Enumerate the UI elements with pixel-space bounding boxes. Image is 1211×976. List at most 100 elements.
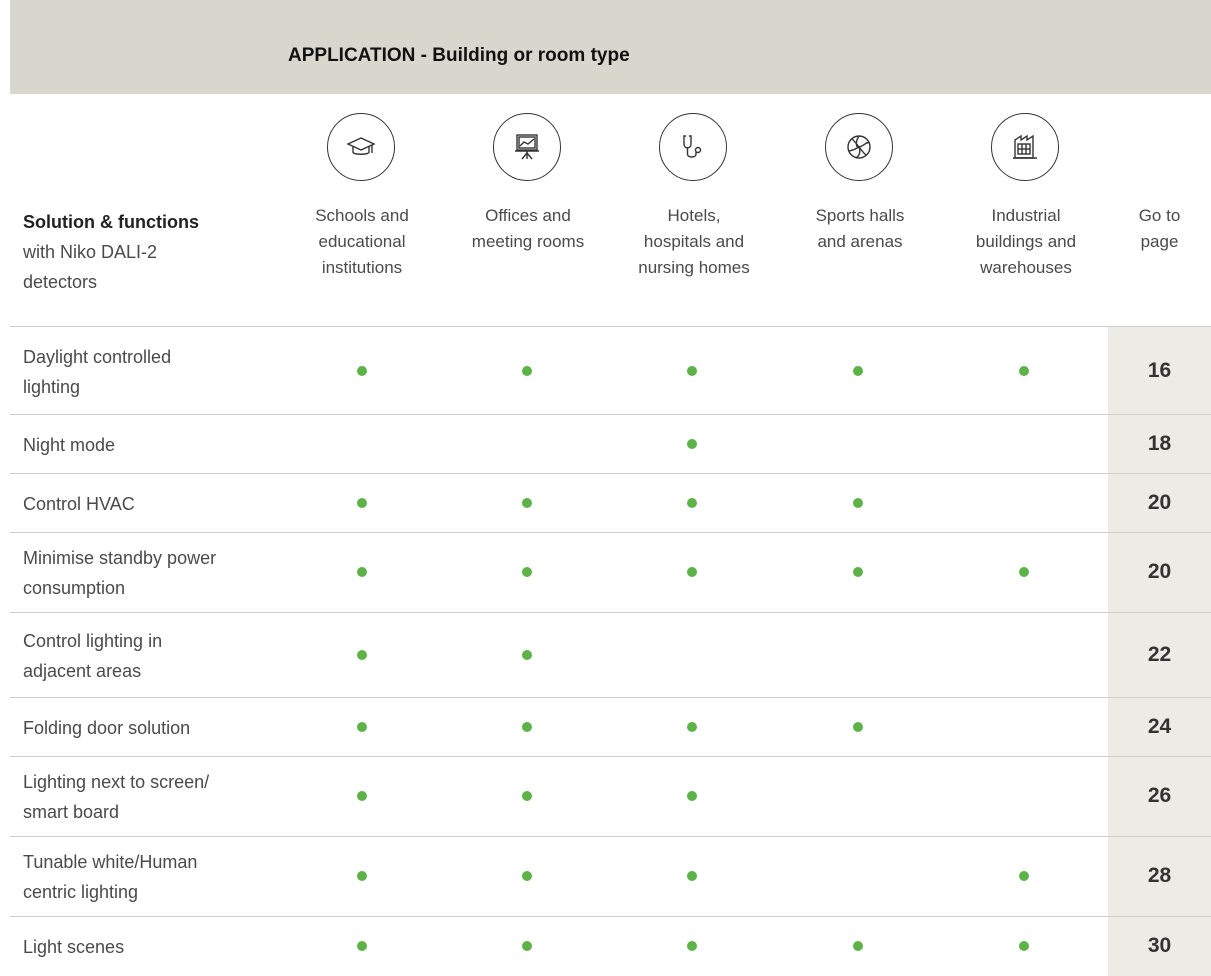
row-label: Daylight controlled lighting — [23, 342, 283, 402]
header-banner: APPLICATION - Building or room type — [10, 0, 1211, 94]
category-icons — [0, 113, 1211, 183]
page-number-link[interactable]: 28 — [1108, 863, 1211, 889]
applicable-dot — [357, 941, 367, 951]
row-divider — [10, 414, 1211, 415]
applicable-dot — [687, 497, 697, 508]
row-label-line: Lighting next to screen/ — [23, 772, 210, 792]
row-label: Minimise standby power consumption — [23, 543, 283, 603]
row-divider — [10, 836, 1211, 837]
presentation-board-icon — [493, 113, 561, 181]
row-label-line: consumption — [23, 578, 126, 598]
solution-title: Solution & functions — [23, 212, 199, 232]
applicable-dot — [687, 721, 697, 732]
row-label: Lighting next to screen/smart board — [23, 767, 283, 827]
applicable-dot — [853, 941, 863, 951]
stethoscope-icon — [659, 113, 727, 181]
applicable-dot — [687, 438, 697, 449]
applicable-dot — [522, 649, 532, 660]
row-label: Control lighting in adjacent areas — [23, 626, 283, 686]
row-label: Night mode — [23, 430, 283, 460]
page-number-link[interactable]: 20 — [1108, 559, 1211, 585]
column-header-line: and arenas — [817, 232, 903, 251]
page-number-link[interactable]: 26 — [1108, 783, 1211, 809]
row-label-line: Folding door solution — [23, 717, 191, 738]
row-divider — [10, 756, 1211, 757]
row-label-line: lighting — [23, 376, 81, 397]
applicable-dot — [522, 871, 532, 881]
applicable-dot — [687, 365, 697, 376]
column-header-industrial: Industrial buildings and warehouses — [947, 203, 1105, 281]
column-header-line: Industrial — [991, 206, 1061, 225]
applicable-dot — [522, 365, 532, 376]
applicable-dot — [522, 567, 532, 577]
page-number-link[interactable]: 22 — [1108, 642, 1211, 668]
volleyball-icon — [825, 113, 893, 181]
row-label-line: Light scenes — [23, 937, 125, 957]
column-header-line: Hotels, — [667, 206, 721, 225]
applicable-dot — [1019, 941, 1029, 951]
column-header-line: Schools and — [315, 206, 409, 225]
row-label: Control HVAC — [23, 489, 283, 519]
column-header-line: nursing homes — [638, 258, 750, 277]
row-label-line: Daylight controlled — [23, 346, 172, 367]
applicable-dot — [853, 567, 863, 577]
column-header-offices: Offices and meeting rooms — [449, 203, 607, 255]
applicable-dot — [357, 649, 367, 660]
applicable-dot — [853, 497, 863, 508]
applicable-dot — [1019, 365, 1029, 376]
page-number-link[interactable]: 24 — [1108, 714, 1211, 740]
row-label-line: centric lighting — [23, 882, 139, 902]
page-number-link[interactable]: 16 — [1108, 358, 1211, 384]
applicable-dot — [1019, 871, 1029, 881]
row-label-line: Control lighting in — [23, 630, 163, 651]
row-label-line: Control HVAC — [23, 493, 135, 514]
applicable-dot — [522, 497, 532, 508]
column-header-goto: Go to page — [1108, 203, 1211, 255]
page-number-link[interactable]: 20 — [1108, 490, 1211, 516]
column-header-line: Sports halls — [815, 206, 905, 225]
applicable-dot — [357, 497, 367, 508]
row-label: Folding door solution — [23, 713, 283, 743]
column-header-line: warehouses — [980, 258, 1072, 277]
row-label-line: Tunable white/Human — [23, 852, 198, 872]
row-label-line: smart board — [23, 802, 120, 822]
applicable-dot — [357, 365, 367, 376]
row-divider — [10, 697, 1211, 698]
row-label-line: Night mode — [23, 434, 116, 455]
row-label-line: adjacent areas — [23, 660, 142, 681]
applicable-dot — [357, 567, 367, 577]
applicable-dot — [853, 721, 863, 732]
column-header-line: hospitals and — [643, 232, 745, 251]
applicable-dot — [853, 365, 863, 376]
column-header-line: educational — [318, 232, 406, 251]
solution-column-header: Solution & functions with Niko DALI-2 de… — [23, 207, 283, 297]
applicable-dot — [357, 871, 367, 881]
header-divider — [10, 326, 1211, 327]
applicable-dot — [357, 791, 367, 801]
factory-icon — [991, 113, 1059, 181]
row-divider — [10, 532, 1211, 533]
row-label-line: Minimise standby power — [23, 548, 217, 568]
applicable-dot — [687, 791, 697, 801]
column-header-line: institutions — [321, 258, 403, 277]
applicable-dot — [522, 941, 532, 951]
column-header-line: Offices and — [485, 206, 571, 225]
column-header-line: page — [1140, 232, 1179, 251]
page-number-link[interactable]: 18 — [1108, 431, 1211, 457]
row-divider — [10, 612, 1211, 613]
solution-subtitle-2: detectors — [23, 272, 98, 292]
applicable-dot — [357, 721, 367, 732]
column-header-line: meeting rooms — [471, 232, 585, 251]
applicable-dot — [1019, 567, 1029, 577]
page-number-link[interactable]: 30 — [1108, 933, 1211, 959]
applicable-dot — [687, 941, 697, 951]
applicable-dot — [687, 871, 697, 881]
column-header-sports: Sports halls and arenas — [781, 203, 939, 255]
row-label: Light scenes — [23, 932, 283, 962]
row-divider — [10, 916, 1211, 917]
applicable-dot — [522, 791, 532, 801]
applicable-dot — [522, 721, 532, 732]
column-header-hotels: Hotels, hospitals and nursing homes — [615, 203, 773, 281]
table-title: APPLICATION - Building or room type — [288, 45, 630, 66]
graduation-cap-icon — [327, 113, 395, 181]
